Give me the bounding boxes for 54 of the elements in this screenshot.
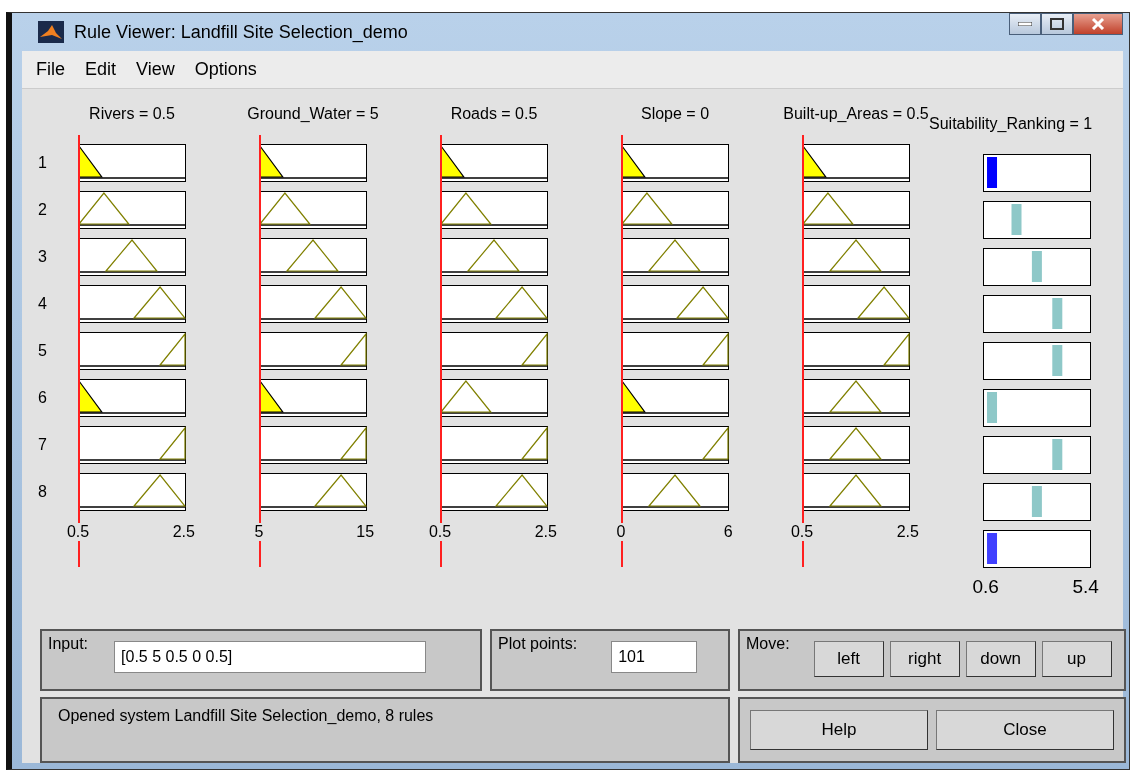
rule-number: 2	[38, 200, 48, 220]
close-button[interactable]	[1073, 13, 1123, 35]
input-marker-line[interactable]	[78, 135, 80, 567]
minimize-icon	[1018, 22, 1032, 26]
input-label: Input:	[48, 635, 89, 653]
window-title: Rule Viewer: Landfill Site Selection_demo	[74, 21, 408, 43]
rule-number: 7	[38, 435, 48, 455]
axis-label: 0.5	[428, 523, 452, 541]
menu-item[interactable]: Options	[186, 57, 265, 82]
rule-number: 1	[38, 153, 48, 173]
input-marker-line[interactable]	[440, 135, 442, 567]
variable-heading: Roads = 0.5	[450, 105, 538, 124]
rule-number: 4	[38, 294, 48, 314]
move-button[interactable]: right	[889, 641, 960, 677]
menu-item[interactable]: View	[128, 57, 183, 82]
app-logo-icon	[38, 21, 64, 43]
axis-label: 2.5	[534, 523, 557, 541]
maximize-button[interactable]	[1041, 13, 1073, 35]
dialog-button[interactable]: Help	[750, 710, 928, 750]
plot-points-field[interactable]: 101	[611, 641, 698, 673]
axis-label: 0.5	[790, 523, 814, 541]
move-label: Move:	[746, 635, 790, 653]
input-field[interactable]: [0.5 5 0.5 0 0.5]	[114, 641, 427, 673]
variable-heading: Ground_Water = 5	[247, 105, 379, 124]
dialog-button[interactable]: Close	[936, 710, 1114, 750]
move-button[interactable]: down	[965, 641, 1036, 677]
variable-heading: Built-up_Areas = 0.5	[783, 105, 929, 124]
axis-label: 5.4	[1072, 576, 1099, 598]
input-marker-line[interactable]	[621, 135, 623, 567]
input-marker-line[interactable]	[259, 135, 261, 567]
axis-label: 0	[616, 523, 626, 541]
maximize-icon	[1050, 18, 1064, 30]
rule-number: 8	[38, 482, 48, 502]
close-icon	[1091, 18, 1105, 30]
axis-label: 6	[723, 523, 733, 541]
status-text: Opened system Landfill Site Selection_demo, 8 rules	[58, 707, 434, 725]
minimize-button[interactable]	[1009, 13, 1041, 35]
rule-number: 6	[38, 388, 48, 408]
axis-label: 0.5	[66, 523, 90, 541]
rule-number: 5	[38, 341, 48, 361]
input-marker-line[interactable]	[802, 135, 804, 567]
axis-label: 2.5	[172, 523, 195, 541]
menu-item[interactable]: Edit	[77, 57, 125, 82]
axis-label: 15	[356, 523, 375, 541]
axis-label: 5	[254, 523, 264, 541]
axis-label: 2.5	[896, 523, 919, 541]
output-heading: Suitability_Ranking = 1	[929, 114, 1094, 134]
move-button[interactable]: left	[813, 641, 884, 677]
rule-number: 3	[38, 247, 48, 267]
variable-heading: Rivers = 0.5	[89, 105, 175, 124]
move-button[interactable]: up	[1041, 641, 1112, 677]
plot-points-label: Plot points:	[498, 635, 578, 653]
variable-heading: Slope = 0	[640, 105, 710, 124]
menu-item[interactable]: File	[28, 57, 73, 82]
